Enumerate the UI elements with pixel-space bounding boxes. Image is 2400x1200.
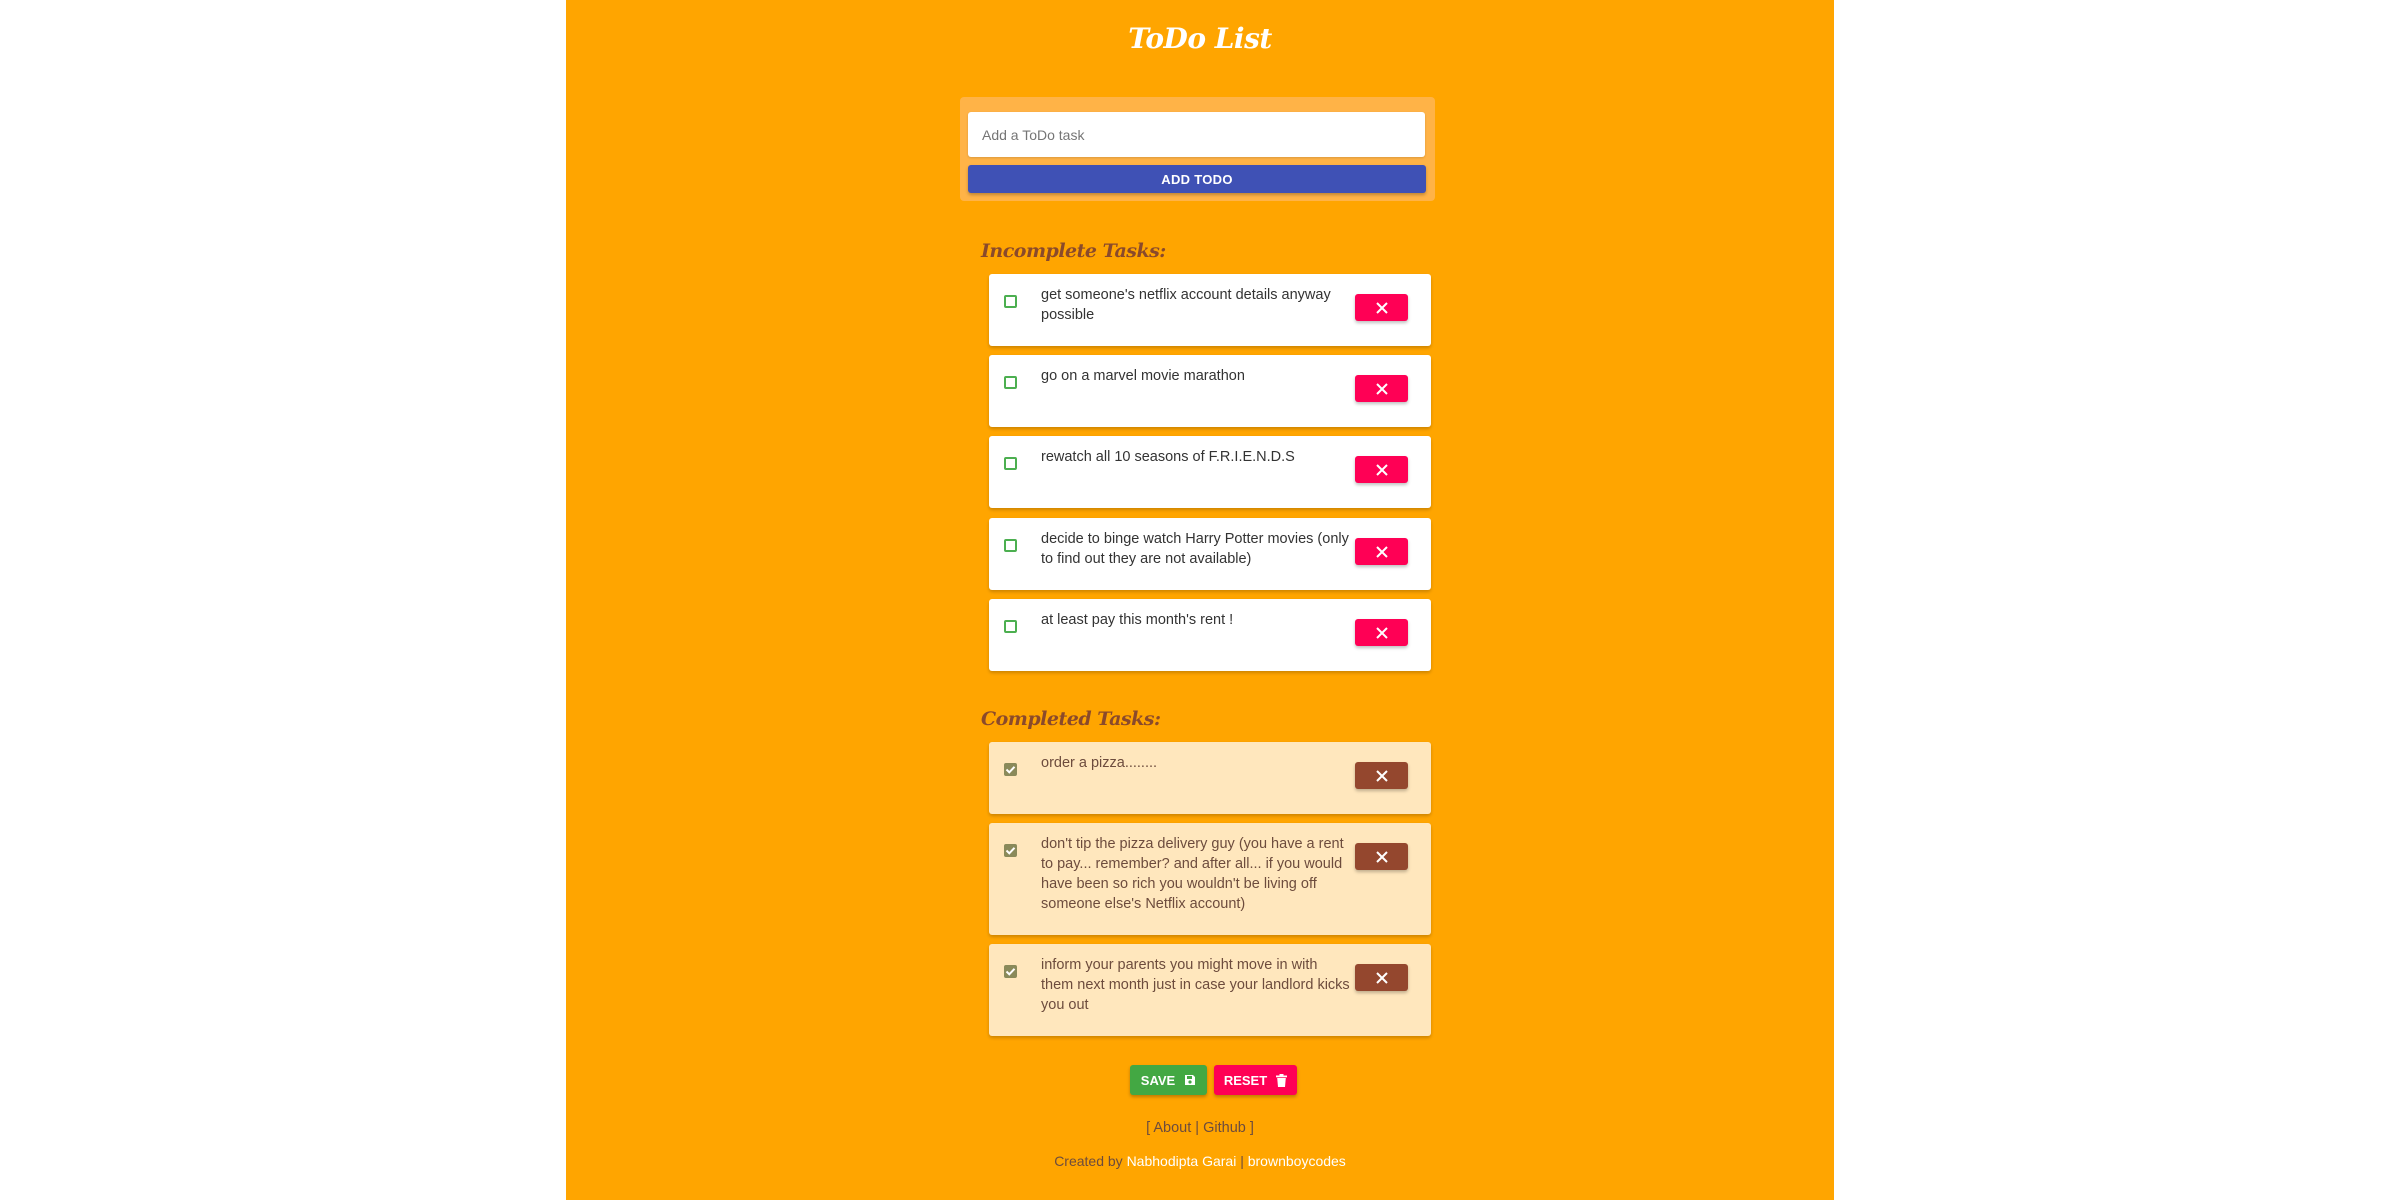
bracket-close: ]: [1249, 1120, 1254, 1136]
incomplete-task-item: get someone's netflix account details an…: [989, 274, 1431, 346]
author-link[interactable]: Nabhodipta Garai: [1127, 1153, 1237, 1169]
task-text: don't tip the pizza delivery guy (you ha…: [1041, 836, 1344, 912]
delete-task-button[interactable]: [1355, 538, 1408, 565]
footer-credit: Created by Nabhodipta Garai | brownboyco…: [566, 1153, 1834, 1169]
task-checkbox[interactable]: [1004, 295, 1017, 308]
reset-label: RESET: [1223, 1072, 1268, 1088]
github-link[interactable]: Github: [1203, 1120, 1246, 1136]
delete-task-button[interactable]: [1355, 964, 1408, 991]
task-checkbox[interactable]: [1004, 620, 1017, 633]
completed-tasks-heading: Completed Tasks:: [981, 708, 1161, 730]
close-icon: [1375, 971, 1388, 984]
delete-task-button[interactable]: [1355, 619, 1408, 646]
bracket-open: [: [1146, 1120, 1151, 1136]
close-icon: [1375, 626, 1388, 639]
task-checkbox-checked[interactable]: [1004, 844, 1017, 857]
task-text: inform your parents you might move in wi…: [1041, 957, 1350, 1013]
completed-task-item: don't tip the pizza delivery guy (you ha…: [989, 823, 1431, 935]
task-text: get someone's netflix account details an…: [1041, 287, 1331, 323]
task-checkbox[interactable]: [1004, 376, 1017, 389]
incomplete-tasks-heading: Incomplete Tasks:: [981, 240, 1166, 262]
incomplete-task-item: go on a marvel movie marathon: [989, 355, 1431, 427]
handle-link[interactable]: brownboycodes: [1248, 1153, 1346, 1169]
task-text: go on a marvel movie marathon: [1041, 368, 1245, 384]
footer-links: [ About | Github ]: [566, 1120, 1834, 1136]
task-checkbox[interactable]: [1004, 457, 1017, 470]
app-title: ToDo List: [1128, 22, 1272, 55]
task-text: decide to binge watch Harry Potter movie…: [1041, 531, 1349, 567]
trash-icon: [1276, 1073, 1288, 1087]
credit-separator: |: [1240, 1153, 1244, 1169]
task-checkbox[interactable]: [1004, 539, 1017, 552]
close-icon: [1375, 463, 1388, 476]
delete-task-button[interactable]: [1355, 456, 1408, 483]
task-text: order a pizza........: [1041, 755, 1158, 771]
checkmark-icon: [1005, 847, 1016, 855]
completed-task-item: order a pizza........: [989, 742, 1431, 814]
delete-task-button[interactable]: [1355, 375, 1408, 402]
completed-task-item: inform your parents you might move in wi…: [989, 944, 1431, 1036]
save-icon: [1185, 1075, 1196, 1085]
checkmark-icon: [1005, 968, 1016, 976]
reset-button[interactable]: RESET: [1214, 1065, 1297, 1095]
delete-task-button[interactable]: [1355, 762, 1408, 789]
app-container: ToDo List ADD TODO Incomplete Tasks: get…: [566, 0, 1834, 1200]
close-icon: [1375, 850, 1388, 863]
incomplete-task-item: at least pay this month's rent !: [989, 599, 1431, 671]
task-text: at least pay this month's rent !: [1041, 612, 1234, 628]
created-by-text: Created by: [1054, 1153, 1123, 1169]
close-icon: [1375, 382, 1388, 395]
save-label: SAVE: [1140, 1072, 1176, 1088]
incomplete-task-item: decide to binge watch Harry Potter movie…: [989, 518, 1431, 590]
task-text: rewatch all 10 seasons of F.R.I.E.N.D.S: [1041, 449, 1295, 465]
close-icon: [1375, 545, 1388, 558]
add-todo-form: ADD TODO: [960, 97, 1435, 201]
delete-task-button[interactable]: [1355, 294, 1408, 321]
close-icon: [1375, 301, 1388, 314]
about-link[interactable]: About: [1153, 1120, 1191, 1136]
delete-task-button[interactable]: [1355, 843, 1408, 870]
close-icon: [1375, 769, 1388, 782]
link-separator: |: [1195, 1120, 1200, 1136]
checkmark-icon: [1005, 766, 1016, 774]
task-checkbox-checked[interactable]: [1004, 965, 1017, 978]
incomplete-task-item: rewatch all 10 seasons of F.R.I.E.N.D.S: [989, 436, 1431, 508]
task-checkbox-checked[interactable]: [1004, 763, 1017, 776]
save-button[interactable]: SAVE: [1130, 1065, 1207, 1095]
todo-input[interactable]: [968, 112, 1425, 157]
add-todo-button[interactable]: ADD TODO: [968, 165, 1426, 193]
